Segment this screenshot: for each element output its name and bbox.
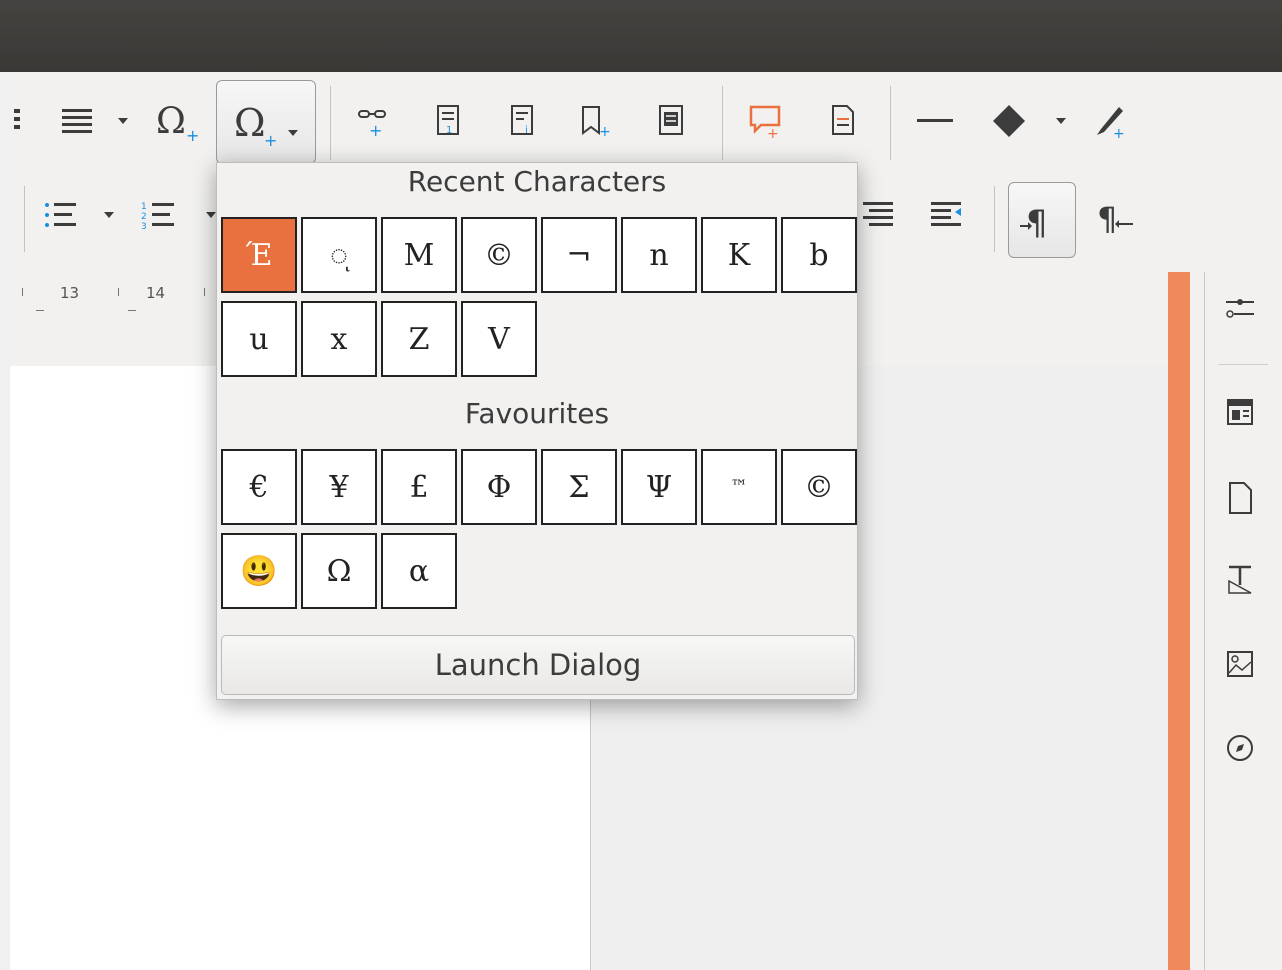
recent-char-cell[interactable]: ¬	[541, 217, 617, 293]
favourite-char-cell[interactable]: €	[221, 449, 297, 525]
line-icon[interactable]	[910, 98, 960, 144]
special-character-icon[interactable]: Ω +	[148, 96, 204, 146]
favourite-char-cell[interactable]: Φ	[461, 449, 537, 525]
svg-text:2: 2	[141, 212, 147, 222]
formatting-marks-button[interactable]: ¶	[1008, 182, 1076, 258]
favourite-char-cell[interactable]: £	[381, 449, 457, 525]
svg-text:3: 3	[141, 222, 147, 232]
favourite-char-cell[interactable]: α	[381, 533, 457, 609]
align-right-icon[interactable]	[856, 192, 900, 236]
decrease-indent-icon[interactable]	[924, 192, 968, 236]
endnote-icon[interactable]: i	[500, 98, 546, 144]
svg-text:+: +	[186, 126, 199, 143]
sidebar-separator	[1218, 364, 1268, 365]
svg-text:1: 1	[446, 125, 452, 136]
partial-toolbar-icon[interactable]	[10, 100, 26, 140]
toolbar-separator	[994, 186, 995, 252]
shape-icon[interactable]	[986, 98, 1032, 144]
draw-icon[interactable]: +	[1086, 98, 1132, 144]
favourite-char-cell[interactable]: Ψ	[621, 449, 697, 525]
special-character-dropdown-button[interactable]: Ω +	[216, 80, 316, 164]
properties-icon[interactable]	[1222, 290, 1258, 326]
recent-characters-grid: Έ ◌ͅ M © ¬ n Kb u x Z V	[221, 217, 857, 377]
favourite-characters-grid: € ¥ £ Φ Σ Ψ ™ © 😃 Ωα	[221, 449, 857, 609]
gallery-icon[interactable]	[1222, 646, 1258, 682]
favourite-char-cell[interactable]: 😃	[221, 533, 297, 609]
ruler-number: 13	[60, 284, 80, 302]
recent-char-cell[interactable]: u	[221, 301, 297, 377]
footnote-icon[interactable]: 1	[426, 98, 472, 144]
recent-char-cell[interactable]: M	[381, 217, 457, 293]
svg-text:¶: ¶	[1097, 200, 1117, 236]
favourite-char-cell[interactable]: ™	[701, 449, 777, 525]
recent-char-cell[interactable]: x	[301, 301, 377, 377]
styles-icon[interactable]	[1222, 394, 1258, 430]
navigator-icon[interactable]	[1222, 730, 1258, 766]
ruler-number: 14	[146, 284, 166, 302]
toolbar-separator	[722, 86, 723, 160]
svg-text:Ω: Ω	[234, 101, 266, 145]
svg-text:1: 1	[141, 202, 147, 212]
svg-text:i: i	[525, 125, 528, 136]
recent-char-cell[interactable]: ©	[461, 217, 537, 293]
insert-field-icon[interactable]	[648, 98, 694, 144]
recent-char-cell[interactable]: ◌ͅ	[301, 217, 377, 293]
svg-text:+: +	[599, 124, 611, 139]
chevron-down-icon[interactable]	[1056, 118, 1066, 124]
special-characters-popup: Recent Characters Έ ◌ͅ M © ¬ n Kb u x Z V Favourit…	[216, 162, 858, 700]
svg-text:Ω: Ω	[156, 101, 186, 142]
window-titlebar	[0, 0, 1282, 72]
recent-char-cell[interactable]: V	[461, 301, 537, 377]
sidebar-accent-bar	[1168, 272, 1190, 970]
favourite-char-cell[interactable]: ©	[781, 449, 857, 525]
sidebar-edge	[1190, 272, 1205, 970]
comment-icon[interactable]: +	[742, 98, 788, 144]
svg-text:+: +	[1113, 126, 1125, 139]
recent-char-cell[interactable]: Έ	[221, 217, 297, 293]
svg-text:+: +	[767, 126, 779, 139]
sidebar	[1205, 272, 1282, 970]
launch-dialog-button[interactable]: Launch Dialog	[221, 635, 855, 695]
toolbar-separator	[330, 86, 331, 160]
numbered-list-icon[interactable]: 123	[134, 194, 184, 238]
chevron-down-icon[interactable]	[118, 118, 128, 124]
recent-char-cell[interactable]: Z	[381, 301, 457, 377]
chevron-down-icon[interactable]	[206, 212, 216, 218]
recent-char-cell[interactable]: n	[621, 217, 697, 293]
chevron-down-icon[interactable]	[104, 212, 114, 218]
svg-text:+: +	[369, 121, 382, 139]
recent-char-cell[interactable]: K	[701, 217, 777, 293]
bullet-list-icon[interactable]	[36, 194, 86, 238]
favourite-char-cell[interactable]: ¥	[301, 449, 377, 525]
toolbar-separator	[24, 186, 25, 252]
style-inspector-icon[interactable]	[1222, 562, 1258, 598]
recent-characters-title: Recent Characters	[407, 165, 667, 198]
cross-reference-icon[interactable]: +	[350, 98, 396, 144]
favourite-char-cell[interactable]: Σ	[541, 449, 617, 525]
svg-text:+: +	[264, 131, 277, 150]
toolbar-separator	[890, 86, 891, 160]
paragraph-align-icon[interactable]	[52, 98, 102, 144]
bookmark-icon[interactable]: +	[572, 98, 618, 144]
favourite-char-cell[interactable]: Ω	[301, 533, 377, 609]
recent-char-cell[interactable]: b	[781, 217, 857, 293]
svg-text:¶: ¶	[1026, 203, 1048, 240]
page-icon[interactable]	[1222, 480, 1258, 516]
favourites-title: Favourites	[464, 397, 610, 430]
track-changes-icon[interactable]	[820, 98, 866, 144]
paragraph-direction-icon[interactable]: ¶	[1090, 192, 1140, 240]
